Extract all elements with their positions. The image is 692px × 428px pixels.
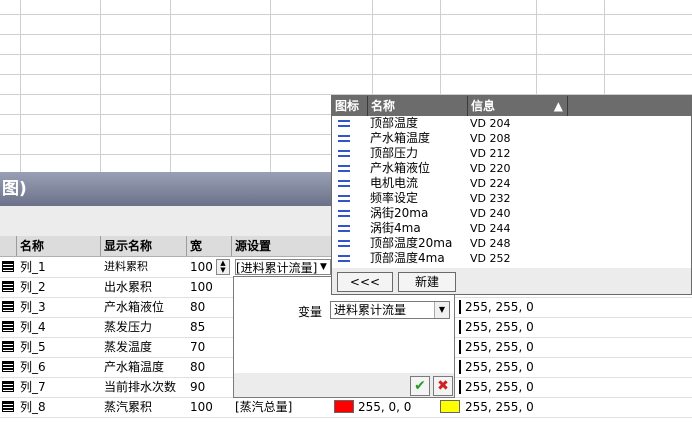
- symbol-row[interactable]: 产水箱温度 VD 208: [332, 131, 691, 146]
- tag-icon: [338, 180, 350, 187]
- row-display-name[interactable]: 蒸发温度: [104, 337, 152, 357]
- cancel-button[interactable]: ✖: [433, 376, 453, 396]
- row-source[interactable]: [蒸汽总量]: [235, 397, 292, 417]
- symbol-row[interactable]: 电机电流 VD 224: [332, 176, 691, 191]
- list-icon: [2, 321, 14, 332]
- row-display-name[interactable]: 蒸发压力: [104, 317, 152, 337]
- symbol-row[interactable]: 涡街4ma VD 244: [332, 221, 691, 236]
- tag-icon: [338, 225, 350, 232]
- row-display-name[interactable]: 蒸汽累积: [104, 397, 152, 417]
- row-width[interactable]: 90: [190, 377, 205, 397]
- list-icon: [2, 281, 14, 292]
- header-width[interactable]: 宽: [187, 236, 232, 256]
- back-button[interactable]: <<<: [337, 272, 393, 292]
- row-color-value: 255, 255, 0: [465, 340, 534, 354]
- new-button[interactable]: 新建: [398, 272, 456, 292]
- header-icon[interactable]: 图标: [332, 96, 368, 116]
- tag-icon: [338, 135, 350, 142]
- list-icon: [2, 261, 14, 272]
- row-color-value: 255, 255, 0: [465, 400, 534, 414]
- row-color-value: 255, 255, 0: [465, 300, 534, 314]
- list-icon: [2, 401, 14, 412]
- row-color-value: 255, 255, 0: [465, 320, 534, 334]
- row-width[interactable]: 85: [190, 317, 205, 337]
- row-color-value: 255, 255, 0: [465, 360, 534, 374]
- red-swatch[interactable]: [334, 400, 354, 413]
- row-width[interactable]: 80: [190, 357, 205, 377]
- row-width[interactable]: 80: [190, 297, 205, 317]
- row-color-value: 255, 0, 0: [358, 400, 412, 414]
- variable-select[interactable]: 进料累计流量 ▼: [330, 301, 450, 319]
- tag-icon: [338, 165, 350, 172]
- row-display-name[interactable]: 产水箱温度: [104, 357, 164, 377]
- row-name: 列_5: [20, 340, 46, 354]
- symbol-row[interactable]: 产水箱液位 VD 220: [332, 161, 691, 176]
- tag-icon: [338, 210, 350, 217]
- header-display-name[interactable]: 显示名称: [101, 236, 187, 256]
- row-display-name[interactable]: 出水累积: [104, 277, 152, 297]
- symbol-table-panel: 图标 名称 信息 ▲ 顶部温度 VD 204 产水箱温度 VD 208 顶部压力 VD…: [331, 95, 692, 295]
- list-icon: [2, 361, 14, 372]
- header-name[interactable]: 名称: [17, 236, 101, 256]
- list-icon: [2, 381, 14, 392]
- symbol-table-footer: <<< 新建: [332, 269, 691, 294]
- list-icon: [2, 301, 14, 312]
- row-width[interactable]: 70: [190, 337, 205, 357]
- row-width[interactable]: 100: [190, 397, 213, 417]
- tag-icon: [338, 255, 350, 262]
- row-name: 列_2: [20, 280, 46, 294]
- row-name: 列_4: [20, 320, 46, 334]
- tag-icon: [338, 195, 350, 202]
- tag-icon: [338, 240, 350, 247]
- close-icon: ✖: [437, 378, 449, 394]
- header-source[interactable]: 源设置: [232, 236, 332, 256]
- tag-icon: [338, 120, 350, 127]
- yellow-swatch[interactable]: [440, 400, 460, 413]
- symbol-row[interactable]: 顶部温度4ma VD 252: [332, 251, 691, 266]
- row-display-name[interactable]: 当前排水次数: [104, 377, 176, 397]
- row-name: 列_7: [20, 380, 46, 394]
- row-name: 列_6: [20, 360, 46, 374]
- symbol-table-header: 图标 名称 信息 ▲: [332, 96, 691, 116]
- dialog-title: 图): [2, 179, 27, 199]
- chevron-down-icon[interactable]: ▼: [434, 302, 449, 318]
- symbol-row[interactable]: 顶部压力 VD 212: [332, 146, 691, 161]
- symbol-row[interactable]: 顶部温度 VD 204: [332, 116, 691, 131]
- row-name: 列_8: [20, 400, 46, 414]
- symbol-row[interactable]: 顶部温度20ma VD 248: [332, 236, 691, 251]
- confirm-button[interactable]: ✔: [410, 376, 430, 396]
- width-stepper[interactable]: ▲ ▼: [216, 259, 230, 275]
- table-row[interactable]: 列_8 蒸汽累积 100 [蒸汽总量] 255, 0, 0 255, 255, …: [0, 397, 692, 418]
- variable-select-value: 进料累计流量: [334, 303, 407, 317]
- chevron-down-icon[interactable]: ▼: [320, 257, 327, 277]
- check-icon: ✔: [414, 378, 426, 394]
- variable-label: 变量: [298, 305, 323, 319]
- row-color-value: 255, 255, 0: [465, 380, 534, 394]
- list-icon: [2, 341, 14, 352]
- symbol-table-body: 顶部温度 VD 204 产水箱温度 VD 208 顶部压力 VD 212 产水箱液位 V…: [332, 116, 691, 268]
- tag-icon: [338, 150, 350, 157]
- row-width[interactable]: 100: [190, 277, 213, 297]
- row-display-name[interactable]: 产水箱液位: [104, 297, 164, 317]
- row-width[interactable]: 100: [190, 257, 213, 277]
- header-info[interactable]: 信息 ▲: [468, 96, 568, 116]
- row-name: 列_3: [20, 300, 46, 314]
- sort-ascending-icon: ▲: [553, 99, 563, 113]
- row-name: 列_1: [20, 260, 46, 274]
- symbol-row[interactable]: 涡街20ma VD 240: [332, 206, 691, 221]
- symbol-row[interactable]: 频率设定 VD 232: [332, 191, 691, 206]
- source-select[interactable]: [进料累计流量]: [235, 259, 331, 275]
- header-symbol-name[interactable]: 名称: [368, 96, 468, 116]
- row-display-name[interactable]: 进料累积: [104, 257, 148, 277]
